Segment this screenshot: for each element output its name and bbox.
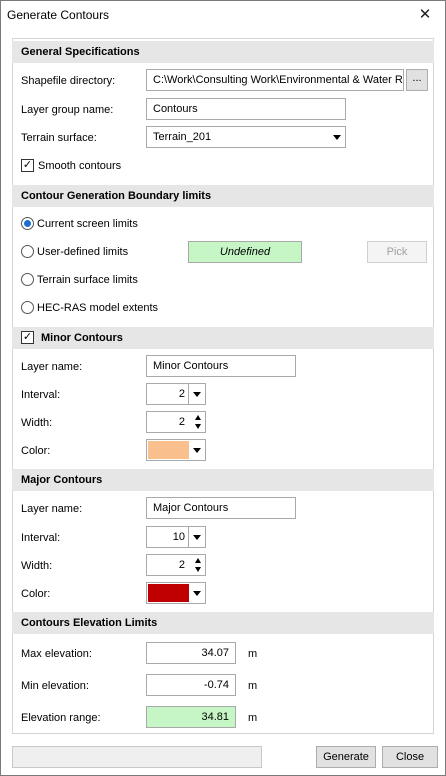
minor-interval-label: Interval: — [21, 389, 61, 401]
browse-button[interactable]: ... — [406, 69, 428, 91]
spin-down-icon[interactable] — [195, 567, 201, 572]
minor-color-swatch — [148, 441, 189, 459]
radio-hec-ras-model-extents[interactable] — [21, 301, 34, 314]
boundary-limits-header: Contour Generation Boundary limits — [12, 185, 434, 207]
major-interval-value: 10 — [172, 531, 185, 543]
terrain-surface-limits-label: Terrain surface limits — [37, 274, 138, 286]
max-elevation-label: Max elevation: — [21, 648, 92, 660]
spin-down-icon[interactable] — [195, 424, 201, 429]
general-specifications-header: General Specifications — [12, 41, 434, 63]
chevron-down-icon — [193, 448, 201, 453]
minor-contours-header: Minor Contours — [12, 327, 434, 349]
terrain-surface-label: Terrain surface: — [21, 132, 97, 144]
elevation-range-field: 34.81 — [146, 706, 236, 728]
major-color-label: Color: — [21, 588, 51, 600]
separator — [188, 527, 189, 547]
minor-width-label: Width: — [21, 417, 53, 429]
min-elevation-field[interactable]: -0.74 — [146, 674, 236, 696]
elevation-range-label: Elevation range: — [21, 712, 101, 724]
radio-user-defined-limits[interactable] — [21, 245, 34, 258]
major-contours-header: Major Contours — [12, 469, 434, 491]
max-elevation-field[interactable]: 34.07 — [146, 642, 236, 664]
major-layer-name-field[interactable]: Major Contours — [146, 497, 296, 519]
smooth-contours-label: Smooth contours — [38, 160, 122, 172]
user-defined-limits-label: User-defined limits — [37, 246, 129, 258]
major-width-label: Width: — [21, 560, 53, 572]
elevation-limits-header: Contours Elevation Limits — [12, 612, 434, 634]
chevron-down-icon — [333, 135, 341, 140]
shapefile-directory-label: Shapefile directory: — [21, 75, 116, 87]
spin-up-icon[interactable] — [195, 415, 201, 420]
shapefile-directory-field[interactable]: C:\Work\Consulting Work\Environmental & … — [146, 69, 404, 91]
pick-button[interactable]: Pick — [367, 241, 427, 263]
min-elevation-label: Min elevation: — [21, 680, 89, 692]
minor-contours-checkbox[interactable]: ✓ — [21, 331, 34, 344]
elevation-range-unit: m — [248, 712, 258, 724]
minor-interval-dropdown[interactable]: 2 — [146, 383, 206, 405]
separator — [188, 384, 189, 404]
chevron-down-icon — [193, 392, 201, 397]
generate-button[interactable]: Generate — [316, 746, 376, 768]
major-width-value: 2 — [178, 559, 185, 571]
chevron-down-icon — [193, 591, 201, 596]
hec-ras-model-extents-label: HEC-RAS model extents — [37, 302, 159, 314]
minor-color-picker[interactable] — [146, 439, 206, 461]
minor-width-stepper[interactable]: 2 — [146, 411, 206, 433]
major-interval-label: Interval: — [21, 532, 61, 544]
close-window-icon[interactable]: ✕ — [415, 5, 435, 25]
smooth-contours-checkbox[interactable]: ✓ — [21, 159, 34, 172]
minor-layer-name-label: Layer name: — [21, 361, 83, 373]
min-elevation-unit: m — [248, 680, 258, 692]
layer-group-name-field[interactable]: Contours — [146, 98, 346, 120]
window-title: Generate Contours — [7, 8, 110, 22]
progress-bar — [12, 746, 262, 768]
spin-up-icon[interactable] — [195, 558, 201, 563]
max-elevation-unit: m — [248, 648, 258, 660]
minor-layer-name-field[interactable]: Minor Contours — [146, 355, 296, 377]
title-bar[interactable]: Generate Contours ✕ — [1, 1, 445, 29]
major-color-swatch — [148, 584, 189, 602]
terrain-surface-dropdown[interactable]: Terrain_201 — [146, 126, 346, 148]
undefined-limits-status: Undefined — [188, 241, 302, 263]
minor-color-label: Color: — [21, 445, 51, 457]
major-color-picker[interactable] — [146, 582, 206, 604]
major-interval-dropdown[interactable]: 10 — [146, 526, 206, 548]
radio-terrain-surface-limits[interactable] — [21, 273, 34, 286]
minor-interval-value: 2 — [178, 388, 185, 400]
major-layer-name-label: Layer name: — [21, 503, 83, 515]
radio-current-screen-limits[interactable] — [21, 217, 34, 230]
major-width-stepper[interactable]: 2 — [146, 554, 206, 576]
layer-group-name-label: Layer group name: — [21, 104, 114, 116]
close-button[interactable]: Close — [382, 746, 438, 768]
minor-width-value: 2 — [178, 416, 185, 428]
generate-contours-dialog: Generate Contours ✕ General Specificatio… — [0, 0, 446, 776]
chevron-down-icon — [193, 535, 201, 540]
current-screen-limits-label: Current screen limits — [37, 218, 138, 230]
terrain-surface-value: Terrain_201 — [153, 131, 212, 143]
